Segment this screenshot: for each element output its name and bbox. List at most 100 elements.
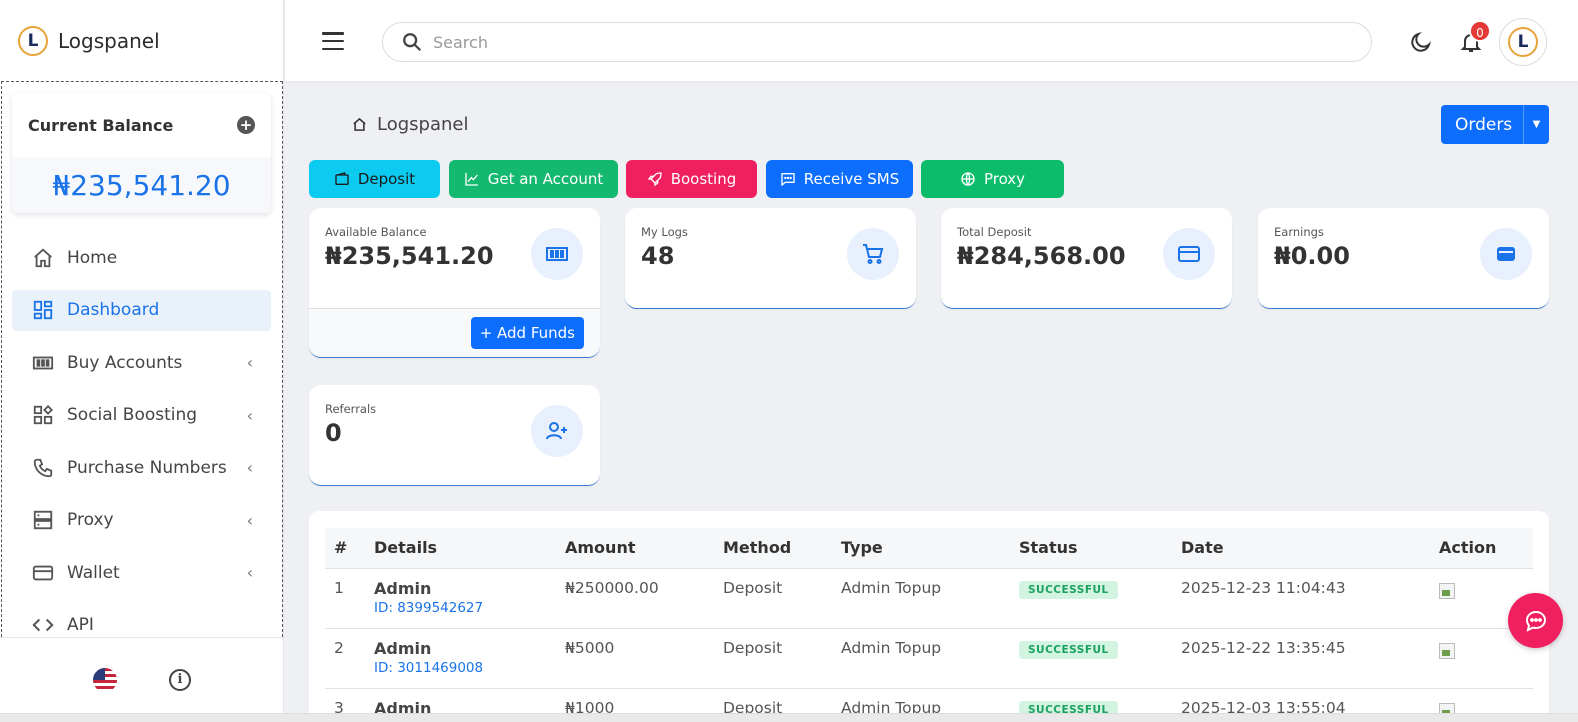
total-deposit-value: ₦284,568.00 [957, 242, 1126, 270]
chevron-left-icon: ‹ [246, 458, 253, 477]
dark-mode-icon[interactable] [1409, 30, 1433, 54]
sidebar-item-label: Purchase Numbers [67, 457, 227, 478]
sidebar-item-label: Wallet [67, 562, 120, 583]
column-header: Details [365, 528, 556, 569]
logo-icon: L [18, 25, 48, 56]
widgets-icon [32, 404, 54, 426]
row-number: 1 [325, 568, 365, 629]
transactions-card: # Details Amount Method Type Status Date… [309, 511, 1549, 722]
my-logs-card: My Logs 48 [625, 208, 916, 309]
row-type: Admin Topup [832, 568, 1010, 629]
row-name: Admin [374, 578, 432, 598]
sidebar-item-label: Social Boosting [67, 405, 198, 425]
sidebar-scroll-area[interactable]: Current Balance + ₦235,541.20 Home Dashb… [1, 81, 283, 637]
row-id: ID: 3011469008 [374, 659, 484, 676]
rocket-icon [647, 172, 662, 187]
action-image-icon[interactable] [1439, 642, 1455, 659]
dashboard-icon [32, 299, 54, 321]
boosting-button[interactable]: Boosting [626, 160, 757, 198]
orders-dropdown-button[interactable]: Orders ▼ [1441, 105, 1549, 144]
home-icon [32, 247, 54, 269]
us-flag-icon[interactable] [93, 668, 117, 692]
add-circle-icon[interactable]: + [237, 116, 255, 134]
column-header: Method [714, 528, 832, 569]
row-amount: ₦250000.00 [556, 568, 714, 629]
menu-toggle-icon[interactable] [322, 32, 344, 50]
total-deposit-card: Total Deposit ₦284,568.00 [941, 208, 1232, 309]
chevron-left-icon: ‹ [246, 353, 253, 372]
receive-sms-button[interactable]: Receive SMS [766, 160, 913, 198]
caret-down-icon[interactable]: ▼ [1523, 105, 1549, 144]
add-user-icon [531, 405, 583, 457]
row-type: Admin Topup [832, 628, 1010, 689]
row-method: Deposit [714, 628, 832, 689]
row-date: 2025-12-22 13:35:45 [1172, 628, 1430, 689]
action-image-icon[interactable] [1439, 582, 1455, 599]
credit-card-icon [1163, 228, 1215, 280]
message-icon [781, 173, 795, 187]
sidebar-item-wallet[interactable]: Wallet ‹ [12, 552, 271, 593]
receive-sms-label: Receive SMS [803, 170, 900, 188]
wallet-icon [32, 562, 54, 584]
available-balance-value: ₦235,541.20 [325, 242, 494, 270]
deposit-button[interactable]: Deposit [309, 160, 440, 198]
sidebar-item-dashboard[interactable]: Dashboard [12, 289, 271, 331]
notification-badge: 0 [1469, 20, 1491, 42]
sidebar-item-label: Home [67, 247, 118, 268]
current-balance-amount: ₦235,541.20 [12, 157, 271, 213]
search-bar[interactable] [382, 22, 1372, 62]
info-icon[interactable]: i [169, 669, 191, 691]
current-balance-title: Current Balance [28, 115, 174, 135]
money-icon [32, 352, 54, 374]
avatar-logo-icon: L [1508, 27, 1538, 57]
wallet-icon [1480, 228, 1532, 280]
boosting-label: Boosting [670, 170, 737, 188]
orders-button-label: Orders [1455, 114, 1513, 135]
wallet-icon [335, 172, 349, 185]
column-header: Status [1010, 528, 1172, 569]
row-details: Admin ID: 3011469008 [365, 628, 556, 689]
transactions-table: # Details Amount Method Type Status Date… [325, 528, 1533, 722]
brand[interactable]: L Logspanel [0, 0, 283, 81]
add-funds-button[interactable]: + Add Funds [470, 317, 584, 349]
sidebar-item-api[interactable]: API [12, 605, 271, 638]
horizontal-scrollbar[interactable] [0, 713, 1578, 722]
chat-button[interactable] [1508, 593, 1563, 648]
sidebar-item-buy-accounts[interactable]: Buy Accounts ‹ [12, 342, 271, 383]
column-header: # [325, 528, 365, 569]
get-an-account-button[interactable]: Get an Account [449, 160, 618, 198]
chevron-left-icon: ‹ [246, 405, 253, 425]
column-header: Type [832, 528, 1010, 569]
total-deposit-label: Total Deposit [957, 225, 1032, 239]
avatar[interactable]: L [1499, 18, 1547, 66]
sidebar-item-label: API [67, 615, 94, 635]
proxy-label: Proxy [983, 170, 1026, 188]
row-id: ID: 8399542627 [374, 599, 484, 616]
chart-line-icon [465, 173, 478, 186]
row-date: 2025-12-23 11:04:43 [1172, 568, 1430, 629]
breadcrumb: Logspanel [352, 114, 468, 135]
column-header: Date [1172, 528, 1430, 569]
row-status-cell: SUCCESSFUL [1010, 628, 1172, 689]
sidebar-item-label: Proxy [67, 510, 114, 530]
my-logs-label: My Logs [641, 225, 688, 239]
earnings-label: Earnings [1274, 225, 1324, 239]
table-header-row: # Details Amount Method Type Status Date… [325, 528, 1533, 569]
sidebar: L Logspanel Current Balance + ₦235,541.2… [0, 0, 284, 722]
code-icon [32, 614, 54, 636]
sidebar-nav: Home Dashboard Buy Accounts ‹ Social Boo… [2, 237, 282, 637]
home-icon[interactable] [352, 117, 367, 132]
proxy-button[interactable]: Proxy [921, 160, 1064, 198]
search-input[interactable] [433, 32, 1333, 52]
earnings-value: ₦0.00 [1274, 242, 1350, 270]
row-method: Deposit [714, 568, 832, 629]
sidebar-item-label: Dashboard [67, 300, 160, 320]
sidebar-item-home[interactable]: Home [12, 237, 271, 278]
sidebar-item-proxy[interactable]: Proxy ‹ [12, 500, 271, 541]
table-row: 2 Admin ID: 3011469008 ₦5000 Deposit Adm… [325, 628, 1533, 689]
sidebar-item-purchase-numbers[interactable]: Purchase Numbers ‹ [12, 447, 271, 488]
sidebar-item-social-boosting[interactable]: Social Boosting ‹ [12, 395, 271, 436]
globe-icon [961, 172, 975, 186]
brand-name: Logspanel [58, 28, 160, 53]
column-header: Action [1430, 528, 1533, 569]
